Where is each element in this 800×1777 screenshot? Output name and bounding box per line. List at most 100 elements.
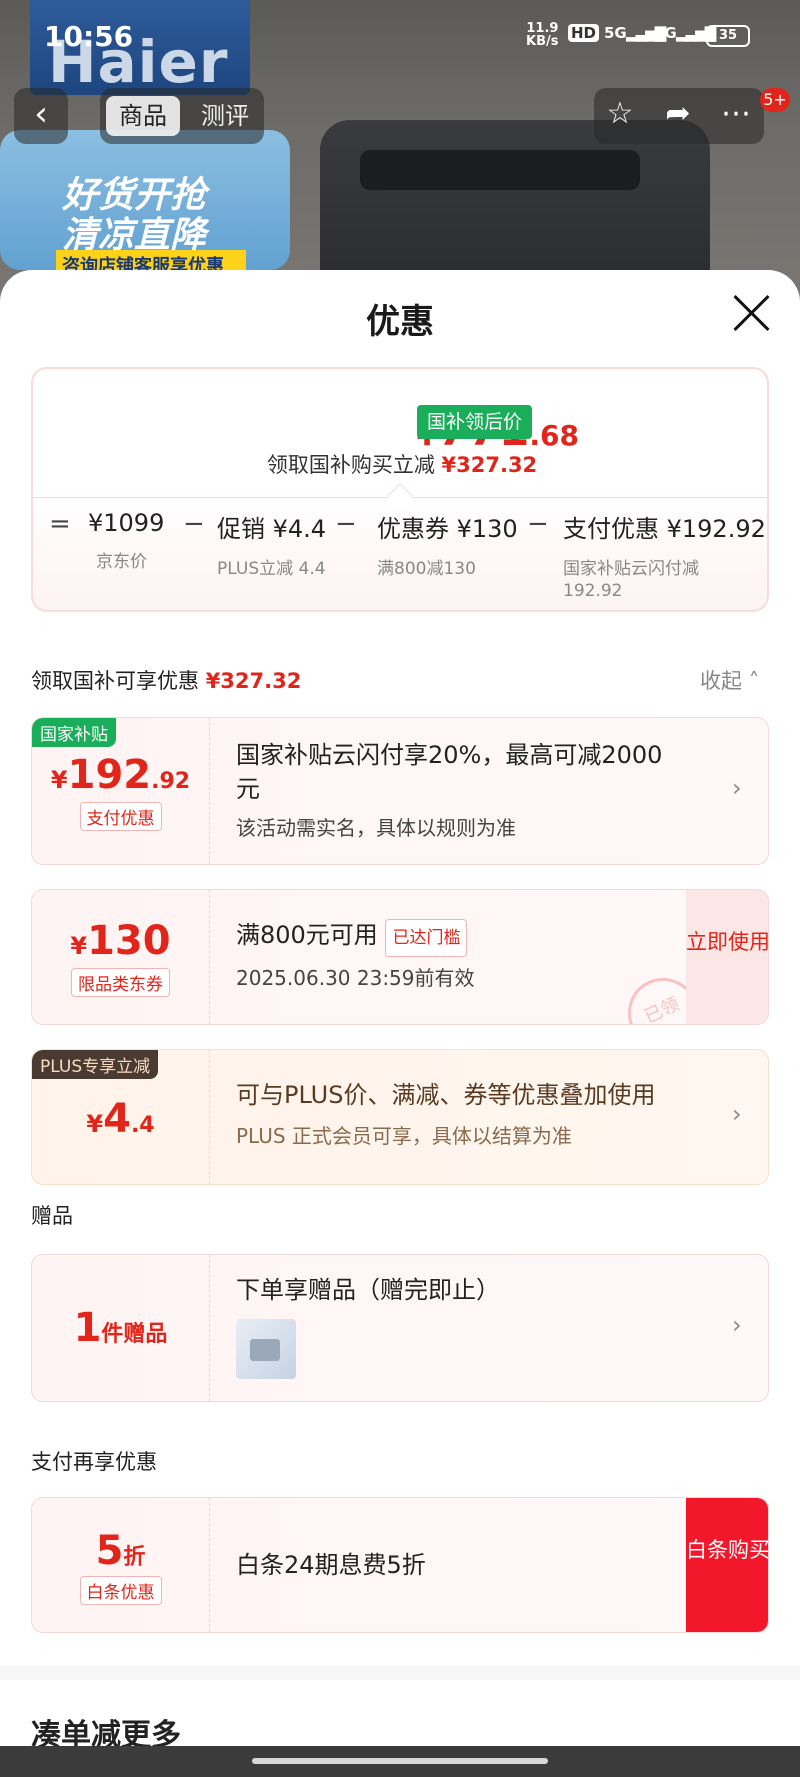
minus-sign: − <box>183 509 205 539</box>
discounts-header: 领取国补可享优惠 ¥327.32 <box>31 665 301 695</box>
close-icon[interactable] <box>730 292 772 334</box>
coupon-card-badge: 限品类东券 <box>71 968 170 997</box>
coupon-card-currency: ¥ <box>70 932 88 960</box>
subsidy-card-subtitle: 该活动需实名，具体以规则为准 <box>236 816 516 840</box>
formula-main: ¥1099 <box>88 509 165 537</box>
coupon-card-title-row: 满800元可用 已达门槛 <box>236 918 468 957</box>
baitiao-amount-panel: 5折 白条优惠 <box>32 1498 210 1632</box>
baitiao-discount-value: 5 <box>95 1528 124 1574</box>
subsidy-label: 领取国补购买立减 <box>266 453 435 477</box>
hd-icon: HD <box>568 24 600 42</box>
gift-count-value: 1 <box>73 1305 102 1351</box>
subsidy-card[interactable]: ¥192.92 支付优惠 国家补贴 国家补贴云闪付享20%，最高可减2000元 … <box>31 717 769 865</box>
baitiao-discount-unit: 折 <box>123 1545 146 1570</box>
plus-card-currency: ¥ <box>86 1110 104 1138</box>
subsidy-card-badge: 支付优惠 <box>79 802 162 831</box>
tab-group: 商品 测评 <box>100 88 264 144</box>
minus-sign: − <box>527 509 549 539</box>
subsidy-card-title: 国家补贴云闪付享20%，最高可减2000元 <box>236 741 663 803</box>
sheet-title: 优惠 <box>366 302 434 342</box>
section-separator <box>0 1666 800 1680</box>
star-icon[interactable]: ☆ <box>600 96 640 131</box>
net-speed-unit: KB/s <box>526 34 559 49</box>
collapse-label: 收起 <box>700 669 742 693</box>
gift-card-title: 下单享赠品（赠完即止） <box>236 1276 500 1304</box>
price-summary: ¥771.68 国补领后价 领取国补购买立减 ¥327.32 = ¥1099 京… <box>31 367 769 612</box>
action-group: ☆ ➦ ⋯ <box>594 88 764 144</box>
baitiao-buy-button[interactable]: 白条购买 <box>686 1498 768 1632</box>
baitiao-card-badge: 白条优惠 <box>79 1576 162 1605</box>
plus-card-tag: PLUS专享立减 <box>32 1050 159 1079</box>
chevron-right-icon: › <box>732 774 742 802</box>
baitiao-discount: 5折 <box>32 1528 209 1574</box>
home-indicator-bar <box>0 1746 800 1777</box>
subsidy-card-amount: ¥192.92 <box>32 752 209 798</box>
product-control-panel <box>360 150 640 190</box>
signal-5g-icon-1: 5G <box>604 24 627 42</box>
discounts-label: 领取国补可享优惠 <box>31 669 199 693</box>
formula-sub: PLUS立减 4.4 <box>217 559 326 579</box>
more-icon[interactable]: ⋯ <box>716 96 756 131</box>
coupon-card-title: 满800元可用 <box>236 921 378 949</box>
formula-sub: 国家补贴云闪付减 192.92 <box>563 559 699 601</box>
formula-coupon: 优惠券 ¥130 满800减130 <box>377 509 518 580</box>
equals-sign: = <box>49 509 71 539</box>
formula-main: 支付优惠 ¥192.92 <box>563 515 766 543</box>
formula-sub: 满800减130 <box>377 559 476 579</box>
subsidy-card-amount-int: 192 <box>67 752 152 798</box>
plus-card-amount-dec: .4 <box>130 1113 155 1138</box>
home-indicator[interactable] <box>252 1758 548 1764</box>
coupon-status-badge: 已达门槛 <box>385 919 468 957</box>
chevron-up-icon: ˄ <box>748 669 760 693</box>
gift-section-label: 赠品 <box>31 1204 73 1228</box>
subsidy-card-tag: 国家补贴 <box>32 718 116 747</box>
message-badge: 5+ <box>760 88 790 112</box>
gift-count-panel: 1件赠品 <box>32 1255 210 1401</box>
price-tag: 国补领后价 <box>417 405 533 439</box>
collapse-button[interactable]: 收起 ˄ <box>700 665 759 695</box>
formula-promo: 促销 ¥4.4 PLUS立减 4.4 <box>217 509 327 580</box>
subsidy-summary: 领取国补购买立减 ¥327.32 <box>33 449 771 479</box>
battery-icon: 35 <box>706 25 750 47</box>
use-now-button[interactable]: 立即使用 <box>686 890 768 1024</box>
plus-card-amount-int: 4 <box>103 1096 131 1142</box>
coupon-card-amount: ¥130 <box>32 918 209 964</box>
coupon-card-validity: 2025.06.30 23:59前有效 <box>236 966 475 990</box>
formula-payment: 支付优惠 ¥192.92 国家补贴云闪付减 192.92 <box>563 509 766 602</box>
chevron-right-icon: › <box>732 1100 742 1128</box>
back-button[interactable]: ‹ <box>14 88 68 144</box>
price-decimal: .68 <box>529 419 579 452</box>
share-icon[interactable]: ➦ <box>658 96 698 131</box>
chevron-right-icon: › <box>732 1311 742 1339</box>
gift-thumbnail <box>236 1319 296 1379</box>
formula-sub: 京东价 <box>96 552 147 572</box>
discount-sheet: 优惠 ¥771.68 国补领后价 领取国补购买立减 ¥327.32 = ¥109… <box>0 270 800 1777</box>
subsidy-card-amount-dec: .92 <box>151 769 191 794</box>
subsidy-amount: ¥327.32 <box>441 453 538 477</box>
formula-main: 促销 ¥4.4 <box>217 515 327 543</box>
divider-notch <box>387 483 413 509</box>
plus-card[interactable]: ¥4.4 PLUS专享立减 可与PLUS价、满减、券等优惠叠加使用 PLUS 正… <box>31 1049 769 1185</box>
network-speed: 11.9 KB/s <box>526 22 558 48</box>
pay-section-label: 支付再享优惠 <box>31 1450 157 1474</box>
status-bar: 10:56 11.9 KB/s HD 5G ▂▃▅▇ 5G ▂▃▅▇ 35 <box>0 0 800 70</box>
signal-5g-icon-2: 5G <box>654 24 677 42</box>
plus-card-subtitle: PLUS 正式会员可享，具体以结算为准 <box>236 1124 572 1148</box>
gift-count: 1件赠品 <box>32 1305 209 1351</box>
coupon-card-amount-value: 130 <box>87 918 171 964</box>
tab-goods[interactable]: 商品 <box>106 96 180 136</box>
coupon-amount-panel: ¥130 限品类东券 <box>32 890 210 1024</box>
discounts-amount: ¥327.32 <box>205 669 302 693</box>
gift-card[interactable]: 1件赠品 下单享赠品（赠完即止） › <box>31 1254 769 1402</box>
subsidy-card-currency: ¥ <box>50 766 68 794</box>
minus-sign: − <box>335 509 357 539</box>
baitiao-card-title: 白条24期息费5折 <box>236 1551 426 1579</box>
baitiao-card: 5折 白条优惠 白条24期息费5折 白条购买 <box>31 1497 769 1633</box>
formula-jd-price: ¥1099 京东价 <box>88 509 164 573</box>
plus-card-amount: ¥4.4 <box>32 1096 209 1142</box>
gift-count-unit: 件赠品 <box>101 1322 168 1347</box>
plus-card-title: 可与PLUS价、满减、券等优惠叠加使用 <box>236 1081 656 1109</box>
coupon-card: ¥130 限品类东券 满800元可用 已达门槛 2025.06.30 23:59… <box>31 889 769 1025</box>
clock: 10:56 <box>44 20 134 53</box>
tab-review[interactable]: 测评 <box>192 96 258 136</box>
